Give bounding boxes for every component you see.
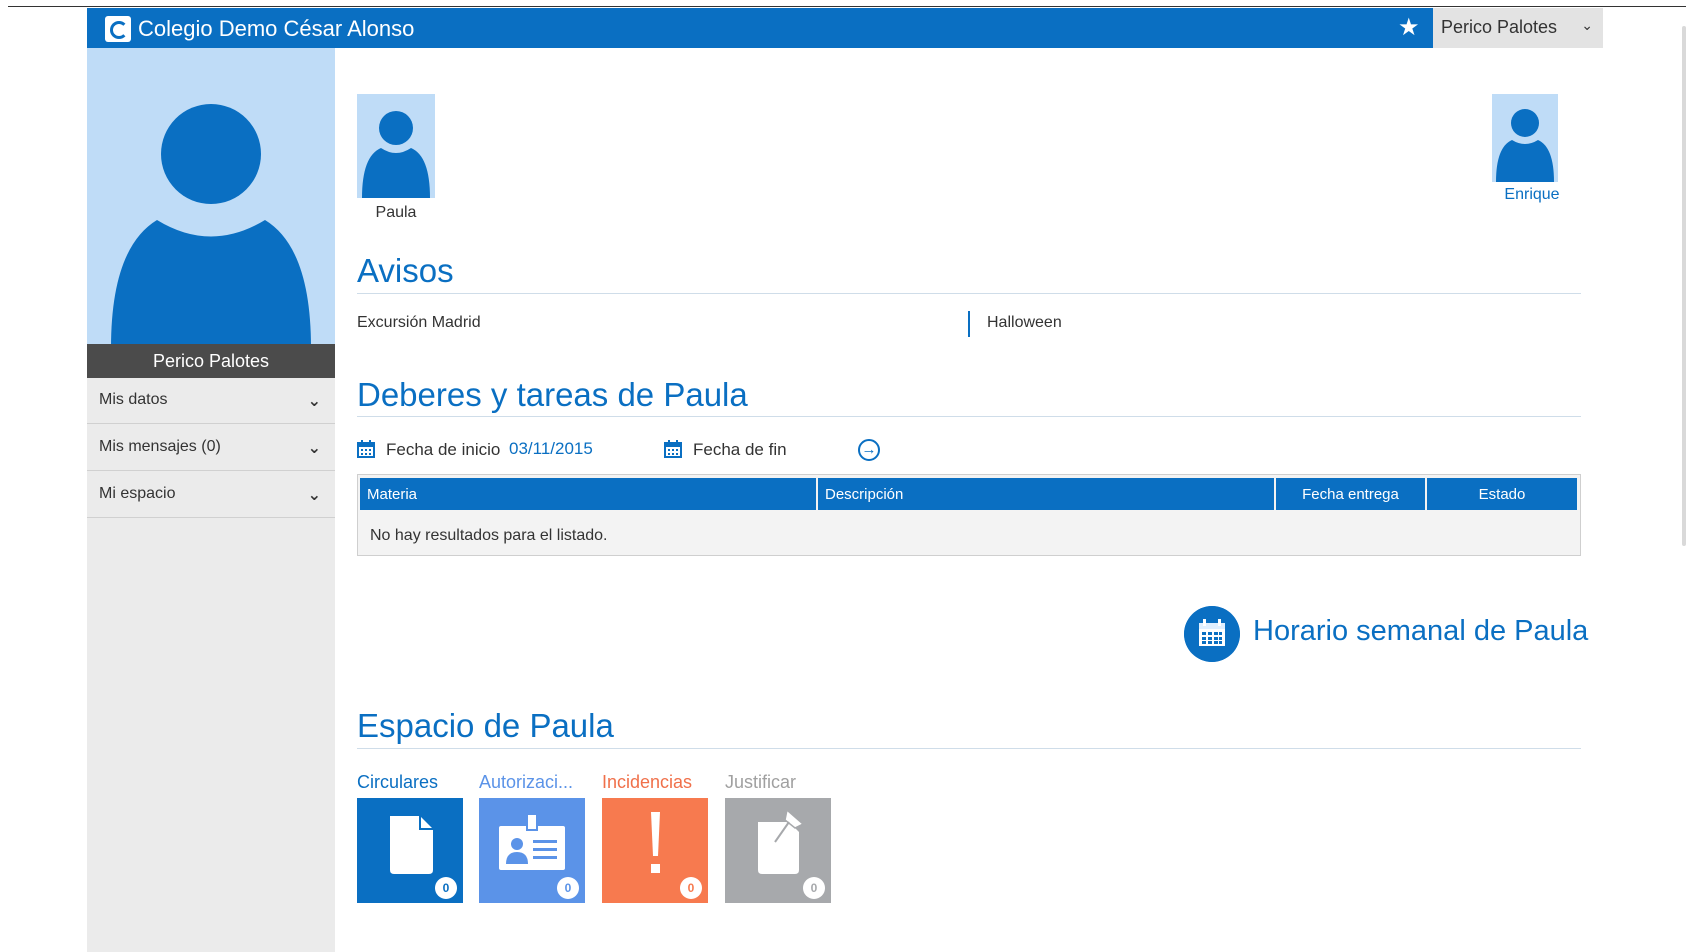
profile-name: Perico Palotes xyxy=(87,344,335,378)
calendar-icon[interactable] xyxy=(357,440,375,458)
column-header-descripcion[interactable]: Descripción xyxy=(818,478,1274,510)
user-silhouette-icon xyxy=(1496,109,1554,182)
horario-link[interactable]: Horario semanal de Paula xyxy=(1253,615,1588,648)
child-avatar xyxy=(1492,94,1558,182)
child-paula[interactable]: Paula xyxy=(357,94,435,222)
deberes-heading: Deberes y tareas de Paula xyxy=(357,376,748,413)
start-date-value[interactable]: 03/11/2015 xyxy=(509,439,593,459)
tasks-table: Materia Descripción Fecha entrega Estado… xyxy=(357,474,1581,556)
child-avatar xyxy=(357,94,435,198)
avisos-heading: Avisos xyxy=(357,252,454,289)
chevron-down-icon: ⌄ xyxy=(1581,17,1593,33)
child-name: Enrique xyxy=(1504,186,1560,203)
tile-count-badge: 0 xyxy=(803,877,825,899)
user-silhouette-icon xyxy=(111,104,311,348)
tile-label-justificar[interactable]: Justificar xyxy=(725,772,796,793)
calendar-icon[interactable] xyxy=(664,440,682,458)
user-silhouette-icon xyxy=(362,111,430,198)
start-date-label: Fecha de inicio xyxy=(386,440,501,459)
espacio-heading: Espacio de Paula xyxy=(357,707,614,744)
sidebar-item-label: Mis datos xyxy=(99,391,168,408)
empty-results-message: No hay resultados para el listado. xyxy=(370,527,608,544)
column-header-estado[interactable]: Estado xyxy=(1427,478,1577,510)
sidebar-item-mis-datos[interactable]: Mis datos ⌄ xyxy=(87,378,335,424)
tile-count-badge: 0 xyxy=(557,877,579,899)
aviso-separator xyxy=(968,311,970,337)
chevron-down-icon: ⌄ xyxy=(307,440,321,457)
profile-avatar xyxy=(87,48,335,378)
tile-count-badge: 0 xyxy=(680,877,702,899)
tile-autorizaciones[interactable]: 0 xyxy=(479,798,585,903)
section-divider xyxy=(357,748,1581,749)
tile-justificar[interactable]: 0 xyxy=(725,798,831,903)
section-divider xyxy=(357,293,1581,294)
top-border-line xyxy=(8,6,1686,7)
chevron-down-icon: ⌄ xyxy=(307,393,321,410)
tile-label-incidencias[interactable]: Incidencias xyxy=(602,772,692,793)
sidebar-item-mi-espacio[interactable]: Mi espacio ⌄ xyxy=(87,472,335,518)
tile-label-circulares[interactable]: Circulares xyxy=(357,772,438,793)
user-select-dropdown[interactable]: Perico Palotes ⌄ xyxy=(1433,8,1603,48)
sidebar-item-label: Mis mensajes (0) xyxy=(99,438,221,455)
favorites-star-icon[interactable]: ★ xyxy=(1398,16,1420,40)
tile-label-autorizaciones[interactable]: Autorizaci... xyxy=(479,772,573,793)
calendar-circle-icon[interactable] xyxy=(1184,606,1240,662)
sidebar: Perico Palotes Mis datos ⌄ Mis mensajes … xyxy=(87,48,335,952)
top-header-bar: Colegio Demo César Alonso ★ Perico Palot… xyxy=(87,8,1603,48)
arrow-right-circle-icon[interactable]: → xyxy=(858,439,880,461)
aviso-item[interactable]: Halloween xyxy=(987,314,1062,332)
sidebar-item-label: Mi espacio xyxy=(99,485,176,502)
tile-circulares[interactable]: 0 xyxy=(357,798,463,903)
app-title[interactable]: Colegio Demo César Alonso xyxy=(138,16,414,42)
user-select-value: Perico Palotes xyxy=(1441,17,1558,37)
chevron-down-icon: ⌄ xyxy=(307,487,321,504)
column-header-fecha-entrega[interactable]: Fecha entrega xyxy=(1276,478,1425,510)
page-scrollbar[interactable] xyxy=(1682,26,1686,546)
child-enrique[interactable]: Enrique xyxy=(1492,94,1560,204)
section-divider xyxy=(357,416,1581,417)
sidebar-item-mis-mensajes[interactable]: Mis mensajes (0) ⌄ xyxy=(87,425,335,471)
school-logo-icon[interactable] xyxy=(105,16,131,42)
child-name: Paula xyxy=(375,204,417,221)
end-date-label: Fecha de fin xyxy=(693,440,787,459)
column-header-materia[interactable]: Materia xyxy=(360,478,816,510)
tile-incidencias[interactable]: 0 xyxy=(602,798,708,903)
tile-count-badge: 0 xyxy=(435,877,457,899)
aviso-item[interactable]: Excursión Madrid xyxy=(357,314,481,332)
